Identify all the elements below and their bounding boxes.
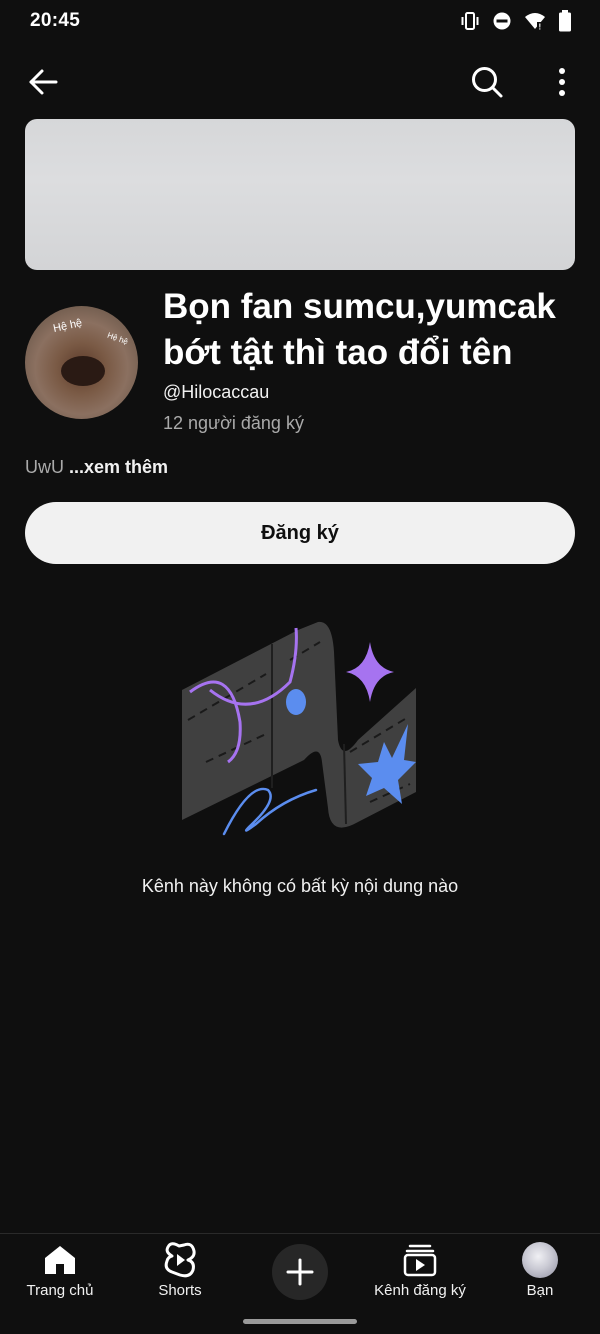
wifi-icon: !	[525, 13, 545, 32]
do-not-disturb-icon	[493, 12, 511, 30]
nav-shorts[interactable]: Shorts	[120, 1242, 240, 1299]
nav-you-label: Bạn	[526, 1282, 554, 1299]
subscriber-count: 12 người đăng ký	[163, 413, 304, 433]
illustration-scribble	[222, 787, 318, 836]
shorts-icon	[164, 1242, 196, 1278]
sparkle-shape	[346, 642, 394, 702]
more-options-button[interactable]	[538, 58, 586, 106]
status-time: 20:45	[30, 10, 81, 31]
vibrate-icon	[461, 12, 479, 30]
app-bar	[0, 52, 600, 112]
profile-avatar	[522, 1242, 558, 1278]
nav-shorts-label: Shorts	[158, 1282, 202, 1299]
nav-you[interactable]: Bạn	[480, 1242, 600, 1299]
create-button[interactable]	[272, 1244, 328, 1300]
home-icon	[45, 1246, 75, 1274]
nav-subscriptions-label: Kênh đăng ký	[374, 1282, 466, 1299]
search-button[interactable]	[463, 58, 511, 106]
empty-state-illustration	[182, 621, 416, 836]
battery-icon	[559, 10, 571, 32]
plus-icon	[286, 1258, 314, 1286]
channel-name: Bọn fan sumcu,yumcak bớt tật thì tao đổi…	[163, 287, 556, 372]
illustration-dot	[286, 689, 306, 715]
description-text: UwU	[25, 457, 64, 477]
channel-handle: @Hilocaccau	[163, 382, 270, 402]
channel-description[interactable]: UwU ...xem thêm	[25, 457, 168, 478]
subscribe-button[interactable]: Đăng ký	[25, 502, 575, 564]
nav-home-label: Trang chủ	[26, 1282, 94, 1299]
search-icon	[472, 67, 503, 98]
status-bar: 20:45 !	[0, 0, 600, 44]
avatar-face-detail	[61, 356, 105, 386]
avatar-caption: Hệ hệ	[52, 317, 84, 335]
gesture-bar[interactable]	[243, 1319, 357, 1324]
svg-text:!: !	[539, 23, 542, 32]
channel-avatar[interactable]: Hệ hệ Hệ hệ	[25, 306, 138, 419]
arrow-left-icon	[29, 69, 58, 95]
subscriptions-icon	[403, 1244, 437, 1277]
back-button[interactable]	[19, 58, 67, 106]
empty-state-message: Kênh này không có bất kỳ nội dung nào	[141, 876, 459, 896]
avatar-caption-small: Hệ hệ	[106, 330, 130, 347]
status-icons: !	[460, 10, 572, 32]
more-vert-icon	[559, 68, 565, 96]
channel-banner	[25, 119, 575, 270]
more-link[interactable]: ...xem thêm	[69, 457, 168, 477]
nav-home[interactable]: Trang chủ	[0, 1242, 120, 1299]
nav-subscriptions[interactable]: Kênh đăng ký	[360, 1242, 480, 1299]
